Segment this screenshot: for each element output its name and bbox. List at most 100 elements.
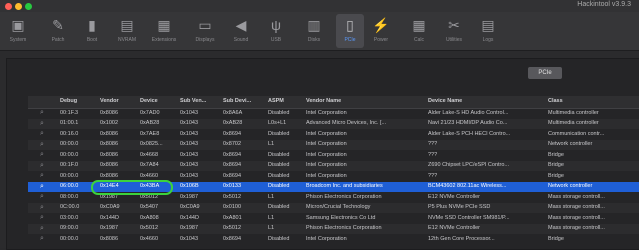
table-cell: Mass storage controll... <box>548 225 605 231</box>
toolbar-disks-button[interactable]: ▥ Disks <box>300 14 328 48</box>
table-cell: Multimedia controller <box>548 120 599 126</box>
table-cell: 00:16.0 <box>60 130 79 137</box>
table-cell: Bridge <box>548 235 564 242</box>
column-header[interactable]: Vendor <box>100 98 119 104</box>
calc-icon: ▦ <box>412 17 426 33</box>
table-cell: 00:00.0 <box>60 141 79 147</box>
table-cell: 0x1043 <box>180 172 199 179</box>
displays-icon: ▭ <box>198 17 212 33</box>
table-cell: 0x1043 <box>180 141 199 147</box>
toolbar-patch-button[interactable]: ✎ Patch <box>44 14 72 48</box>
toolbar-sound-button[interactable]: ◀ Sound <box>227 14 255 48</box>
table-cell: 0x0100 <box>223 204 242 210</box>
table-cell: Intel Corporation <box>306 141 347 147</box>
table-cell: Intel Corporation <box>306 130 347 137</box>
table-cell: 0x144D <box>180 214 199 221</box>
table-row[interactable]: ⌕ 00:16.0 0x8086 0x7AE8 0x1043 0x8694 Disabled… <box>28 129 639 139</box>
table-cell: 0x1043 <box>180 235 199 242</box>
table-cell: ??? <box>428 151 438 158</box>
table-cell: 0x1043 <box>180 151 199 158</box>
magnifier-icon[interactable]: ⌕ <box>40 193 44 201</box>
toolbar-utilities-button[interactable]: ✂ Utilities <box>440 14 468 48</box>
table-cell: Disabled <box>268 235 290 242</box>
table-cell: Disabled <box>268 183 290 189</box>
magnifier-icon[interactable]: ⌕ <box>40 141 44 149</box>
column-header[interactable]: Debug <box>60 98 77 104</box>
column-header[interactable]: Class <box>548 98 563 104</box>
table-row[interactable]: ⌕ 00:1F.3 0x8086 0x7AD0 0x1043 0x8A6A Disabled… <box>28 108 639 118</box>
table-row[interactable]: ⌕ 00:1F.0 0x8086 0x7A84 0x1043 0x8694 Disabled… <box>28 160 639 171</box>
column-header[interactable]: ASPM <box>268 98 284 104</box>
table-cell: 0x1987 <box>180 225 199 231</box>
pcie-segment-button[interactable]: PCIe <box>528 67 562 79</box>
magnifier-icon[interactable]: ⌕ <box>40 183 44 191</box>
toolbar-pcie-button[interactable]: ▯ PCIe <box>336 14 364 48</box>
magnifier-icon[interactable]: ⌕ <box>40 130 44 138</box>
table-cell: 0x1987 <box>100 225 119 231</box>
table-cell: 0x144D <box>100 214 119 221</box>
table-cell: 0xC0A9 <box>100 204 120 210</box>
magnifier-icon[interactable]: ⌕ <box>40 214 44 222</box>
magnifier-icon[interactable]: ⌕ <box>40 151 44 159</box>
hackintool-window: Hackintool v3.9.3 ▣ System ✎ Patch ▮ Boot ▤ NVR… <box>0 0 639 250</box>
magnifier-icon[interactable]: ⌕ <box>40 225 44 233</box>
table-cell: 0xC0A9 <box>180 204 200 210</box>
table-row[interactable]: ⌕ 01:00.1 0x1002 0xAB28 0x1043 0xAB28 L0s+L1 Ad… <box>28 118 639 129</box>
table-row[interactable]: ⌕ 0C:00.0 0xC0A9 0x5407 0xC0A9 0x0100 Disabled… <box>28 202 639 213</box>
toolbar-boot-button[interactable]: ▮ Boot <box>78 14 106 48</box>
table-cell: ??? <box>428 172 438 179</box>
toolbar-label: Logs <box>482 37 494 43</box>
table-row[interactable]: ⌕ 00:00.0 0x8086 0x4668 0x1043 0x8694 Disabled… <box>28 150 639 160</box>
table-row[interactable]: ⌕ 00:00.0 0x8086 0x0825... 0x1043 0x8702 L1 Int… <box>28 139 639 150</box>
table-cell: 0x8086 <box>100 109 119 116</box>
toolbar-displays-button[interactable]: ▭ Displays <box>191 14 219 48</box>
magnifier-icon[interactable]: ⌕ <box>40 172 44 180</box>
toolbar-label: Sound <box>233 37 249 43</box>
table-cell: 0x1002 <box>100 120 119 126</box>
magnifier-icon[interactable]: ⌕ <box>40 120 44 128</box>
system-icon: ▣ <box>11 17 25 33</box>
table-cell: 0xAB28 <box>140 120 160 126</box>
table-row[interactable]: ⌕ 00:00.0 0x8086 0x4660 0x1043 0x8694 Disabled… <box>28 234 639 244</box>
toolbar-label: Patch <box>51 37 65 43</box>
table-cell: 08:00.0 <box>60 193 79 200</box>
table-cell: 01:00.1 <box>60 120 79 126</box>
table-cell: Bridge <box>548 172 564 179</box>
zoom-window-button[interactable] <box>25 3 32 10</box>
toolbar-logs-button[interactable]: ▤ Logs <box>474 14 502 48</box>
minimize-window-button[interactable] <box>15 3 22 10</box>
table-cell: L0s+L1 <box>268 120 287 126</box>
magnifier-icon[interactable]: ⌕ <box>40 235 44 243</box>
column-header[interactable]: Vendor Name <box>306 98 341 104</box>
table-cell: 0xA801 <box>223 214 242 221</box>
toolbar-power-button[interactable]: ⚡ Power <box>367 14 395 48</box>
table-cell: Bridge <box>548 151 564 158</box>
table-row[interactable]: ⌕ 03:00.0 0x144D 0xA808 0x144D 0xA801 L1 Samsun… <box>28 213 639 223</box>
table-cell: L1 <box>268 193 275 200</box>
column-header[interactable]: Sub Ven... <box>180 98 206 104</box>
toolbar-system-button[interactable]: ▣ System <box>4 14 32 48</box>
magnifier-icon[interactable]: ⌕ <box>40 162 44 170</box>
column-header[interactable]: Device <box>140 98 158 104</box>
toolbar-label: Utilities <box>445 37 463 43</box>
toolbar-usb-button[interactable]: ψ USB <box>262 14 290 48</box>
magnifier-icon[interactable]: ⌕ <box>40 204 44 212</box>
logs-icon: ▤ <box>481 17 495 33</box>
table-cell: Intel Corporation <box>306 162 347 168</box>
close-window-button[interactable] <box>5 3 12 10</box>
table-cell: 0x8086 <box>100 162 119 168</box>
table-cell: 09:00.0 <box>60 225 79 231</box>
toolbar-calc-button[interactable]: ▦ Calc <box>405 14 433 48</box>
table-row[interactable]: ⌕ 09:00.0 0x1987 0x5012 0x1987 0x5012 L1 Phison… <box>28 223 639 234</box>
table-cell: 0x4660 <box>140 172 159 179</box>
table-cell: Intel Corporation <box>306 109 347 116</box>
column-header[interactable]: Device Name <box>428 98 462 104</box>
toolbar-nvram-button[interactable]: ▤ NVRAM <box>113 14 141 48</box>
column-header[interactable]: Sub Devi... <box>223 98 251 104</box>
table-cell: 0x7AD0 <box>140 109 160 116</box>
table-cell: 00:1F.0 <box>60 162 79 168</box>
magnifier-icon[interactable]: ⌕ <box>40 109 44 117</box>
power-icon: ⚡ <box>372 17 390 33</box>
toolbar-extensions-button[interactable]: ▦ Extensions <box>150 14 178 48</box>
table-cell: Broadcom Inc. and subsidiaries <box>306 183 383 189</box>
